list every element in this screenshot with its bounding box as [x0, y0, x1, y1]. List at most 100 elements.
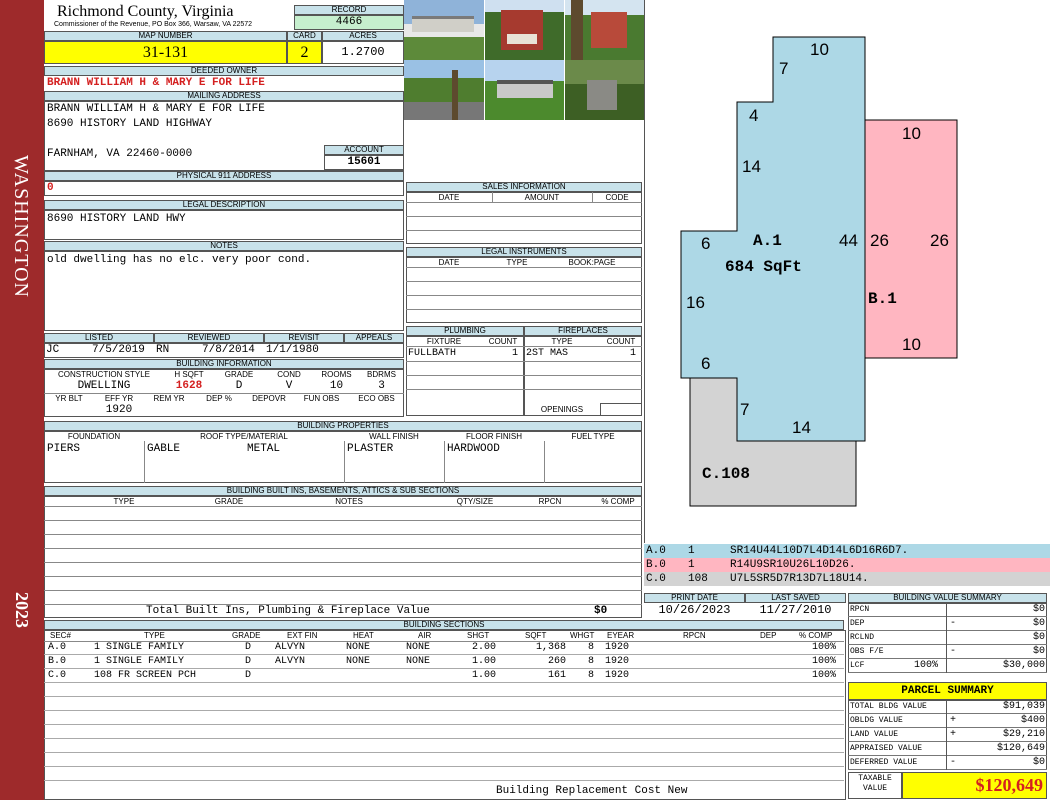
area-a-sqft: 684 SqFt: [725, 258, 802, 276]
divider: [406, 202, 642, 203]
divider: [946, 700, 947, 770]
row-comp: 100%: [812, 670, 837, 681]
parcel-obldg: OBLDG VALUE + $400: [848, 715, 1047, 728]
divider: [406, 216, 642, 217]
row-air: NONE: [406, 642, 431, 653]
parcel-deferred: DEFERRED VALUE - $0: [848, 757, 1047, 770]
col-type: TYPE: [144, 631, 165, 640]
dim-label: 10: [902, 124, 921, 143]
sales-col-code: CODE: [605, 193, 629, 202]
bi-col-ecoobs: ECO OBS: [358, 394, 395, 403]
sketch-code-b: B.0 1 R14U9SR10U26L10D26.: [644, 558, 1050, 572]
fireplace-type: 2ST MAS: [526, 348, 569, 359]
divider: [406, 267, 642, 268]
row-grade: D: [245, 670, 252, 681]
code-text: SR14U44L10D7L4D14L6D16R6D7.: [730, 545, 909, 557]
sales-col-date: DATE: [438, 193, 460, 202]
row-grade: D: [245, 656, 252, 667]
bi-style: DWELLING: [77, 380, 131, 392]
property-photo-1[interactable]: [404, 0, 484, 60]
dim-label: 4: [749, 106, 758, 125]
acres-header: ACRES: [322, 31, 404, 41]
row-heat: NONE: [346, 656, 371, 667]
sketch-code-a: A.0 1 SR14U44L10D7L4D14L6D16R6D7.: [644, 544, 1050, 558]
taxable-label-1: TAXABLE: [858, 774, 892, 783]
section-row: A.0 1 SINGLE FAMILY D ALVYN NONE NONE 2.…: [44, 641, 844, 655]
mailing-line-3: FARNHAM, VA 22460-0000: [47, 148, 193, 160]
mailing-line-1: BRANN WILLIAM H & MARY E FOR LIFE: [47, 103, 265, 115]
col-extfin: EXT FIN: [287, 631, 318, 640]
bi-col-style: CONSTRUCTION STYLE: [57, 370, 150, 379]
bib-col-rpcn: RPCN: [538, 497, 562, 506]
row-shgt: 1.00: [472, 670, 497, 681]
bp-wall: PLASTER: [347, 443, 394, 455]
code-num: 1: [688, 559, 695, 571]
summary-obs: OBS F/E - $0: [848, 646, 1047, 659]
divider: [44, 576, 642, 577]
divider: [444, 441, 445, 483]
fireplaces-header: FIREPLACES: [524, 326, 642, 336]
col-rpcn: RPCN: [683, 631, 706, 640]
fireplace-count: 1: [630, 348, 637, 359]
plumbing-count: 1: [512, 348, 519, 359]
building-sections-header: BUILDING SECTIONS: [44, 620, 844, 630]
property-photo-6[interactable]: [565, 60, 644, 120]
row-type: 1 SINGLE FAMILY: [94, 642, 185, 653]
parcel-appraised: APPRAISED VALUE $120,649: [848, 743, 1047, 756]
taxable-value: $120,649: [902, 772, 1047, 799]
listed-by: JC: [46, 344, 60, 356]
bi-col-hsqft: H SQFT: [174, 370, 204, 379]
builtins-total-label: Total Built Ins, Plumbing & Fireplace Va…: [146, 605, 430, 617]
bp-col-foundation: FOUNDATION: [67, 432, 121, 441]
row-whgt: 8: [588, 642, 595, 653]
li-col-bookpage: BOOK:PAGE: [568, 258, 616, 267]
print-date-header: PRINT DATE: [644, 593, 745, 603]
divider: [44, 506, 642, 507]
section-row-empty: [44, 767, 844, 781]
bi-col-dep: DEP %: [206, 394, 232, 403]
section-row-empty: [44, 739, 844, 753]
reviewed-by: RN: [156, 344, 170, 356]
row-grade: D: [245, 642, 252, 653]
fireplaces-col-type: TYPE: [551, 337, 573, 346]
physical-address-header: PHYSICAL 911 ADDRESS: [44, 171, 404, 181]
divider: [592, 192, 593, 202]
bi-col-grade: GRADE: [224, 370, 254, 379]
divider: [406, 281, 642, 282]
dim-label: 26: [930, 231, 949, 250]
fireplaces-col-count: COUNT: [606, 337, 636, 346]
code-text: R14U9SR10U26L10D26.: [730, 559, 856, 571]
dim-label: 7: [779, 59, 788, 78]
bi-rooms: 10: [329, 380, 344, 392]
bi-effyr: 1920: [105, 404, 133, 416]
property-photo-2[interactable]: [485, 0, 564, 60]
divider: [406, 389, 642, 390]
record-header: RECORD: [294, 5, 404, 15]
row-sqft: 1,368: [535, 642, 566, 653]
row-ext: ALVYN: [275, 656, 306, 667]
col-dep: DEP: [760, 631, 777, 640]
parcel-summary-title: PARCEL SUMMARY: [848, 682, 1047, 700]
taxable-label-2: VALUE: [862, 784, 887, 793]
bib-col-comp: % COMP: [601, 497, 635, 506]
dim-label: 14: [792, 418, 811, 437]
row-sqft: 161: [547, 670, 566, 681]
plumbing-header: PLUMBING: [406, 326, 524, 336]
row-eyear: 1920: [605, 656, 630, 667]
dim-label: 6: [701, 354, 710, 373]
card-header: CARD: [287, 31, 322, 41]
col-eyear: EYEAR: [607, 631, 635, 640]
divider: [44, 562, 642, 563]
legal-description-header: LEGAL DESCRIPTION: [44, 200, 404, 210]
map-number-header: MAP NUMBER: [44, 31, 287, 41]
building-sketch: 10 7 4 14 6 16 6 7 14 44 10 26 26 10 A.1…: [680, 36, 958, 507]
divider: [544, 441, 545, 483]
property-photo-3[interactable]: [565, 0, 644, 60]
property-photo-4[interactable]: [404, 60, 484, 120]
property-photo-5[interactable]: [485, 60, 564, 120]
last-saved-value: 11/27/2010: [759, 603, 832, 617]
legal-instruments-header: LEGAL INSTRUMENTS: [406, 247, 642, 257]
dim-label: 14: [742, 157, 761, 176]
bp-floor: HARDWOOD: [447, 443, 500, 455]
bib-col-grade: GRADE: [214, 497, 244, 506]
